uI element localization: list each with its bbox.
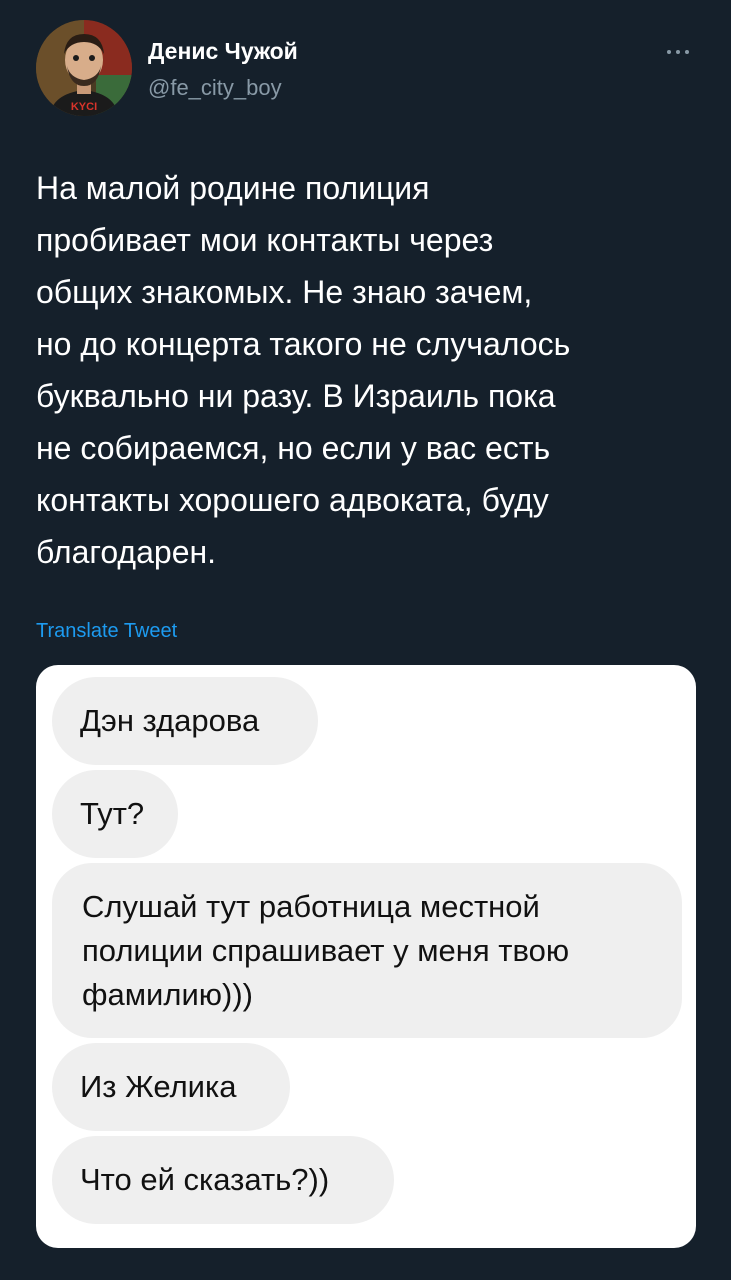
avatar[interactable]: KYCI [36, 20, 132, 116]
chat-message-bubble: Слушай тут работница местной полиции спр… [52, 863, 682, 1038]
author-handle[interactable]: @fe_city_boy [148, 74, 282, 102]
avatar-shirt-label: KYCI [71, 101, 97, 113]
tweet-media-image[interactable]: Дэн здарова Тут? Слушай тут работница ме… [36, 665, 696, 1248]
tweet-text: На малой родине полиция пробивает мои ко… [36, 170, 571, 570]
avatar-illustration: KYCI [36, 20, 132, 116]
chat-message-bubble: Что ей сказать?)) [52, 1136, 394, 1224]
more-options-icon[interactable] [662, 40, 694, 64]
translate-tweet-link[interactable]: Translate Tweet [36, 618, 177, 644]
chat-message-bubble: Тут? [52, 770, 178, 858]
author-name[interactable]: Денис Чужой [148, 36, 298, 66]
chat-message-bubble: Дэн здарова [52, 677, 318, 765]
chat-message-bubble: Из Желика [52, 1043, 290, 1131]
